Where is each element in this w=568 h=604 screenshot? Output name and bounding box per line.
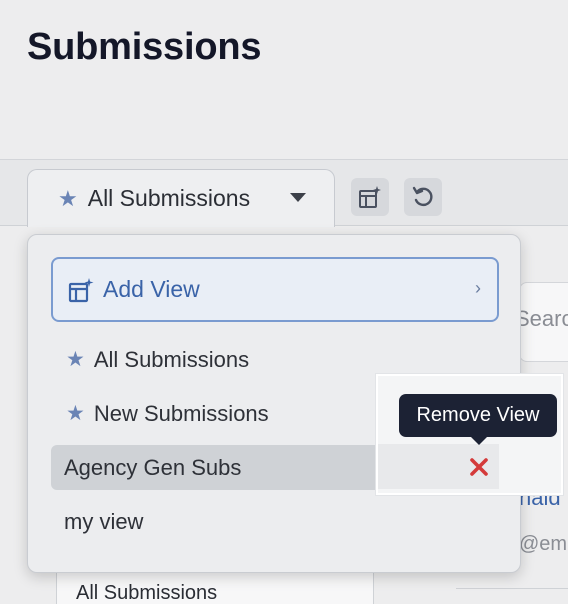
current-view-label: All Submissions xyxy=(87,185,251,211)
add-view-button[interactable] xyxy=(351,178,389,216)
bg-email-fragment: @ema xyxy=(519,533,568,555)
close-icon xyxy=(470,458,488,476)
view-item-label: Agency Gen Subs xyxy=(64,454,242,480)
view-item-my-view[interactable]: my view xyxy=(51,499,499,544)
view-item-label: my view xyxy=(64,508,144,534)
star-icon: ★ xyxy=(66,348,85,371)
bottom-panel-label: All Submissions xyxy=(76,582,218,604)
reset-view-button[interactable] xyxy=(404,178,442,216)
caret-down-icon xyxy=(290,193,306,202)
view-item-label: New Submissions xyxy=(93,400,269,426)
view-selector-tab[interactable]: ★ All Submissions xyxy=(27,169,335,227)
page-header: Submissions xyxy=(0,0,568,160)
tooltip-arrow xyxy=(470,436,488,445)
reset-icon xyxy=(412,186,433,207)
chevron-right-icon: › xyxy=(475,278,481,298)
star-icon: ★ xyxy=(58,185,78,211)
search-input-fragment[interactable]: Searc xyxy=(515,306,568,332)
remove-view-tooltip: Remove View xyxy=(399,394,557,437)
add-view-label: Add View xyxy=(103,276,200,302)
page-title: Submissions xyxy=(27,26,262,68)
remove-view-button[interactable] xyxy=(464,452,494,482)
add-view-menu-item[interactable]: Add View › xyxy=(51,257,499,322)
star-icon: ★ xyxy=(66,402,85,425)
add-view-icon xyxy=(68,277,94,302)
divider xyxy=(456,588,568,589)
view-item-label: All Submissions xyxy=(93,346,250,372)
add-view-icon xyxy=(359,186,381,208)
